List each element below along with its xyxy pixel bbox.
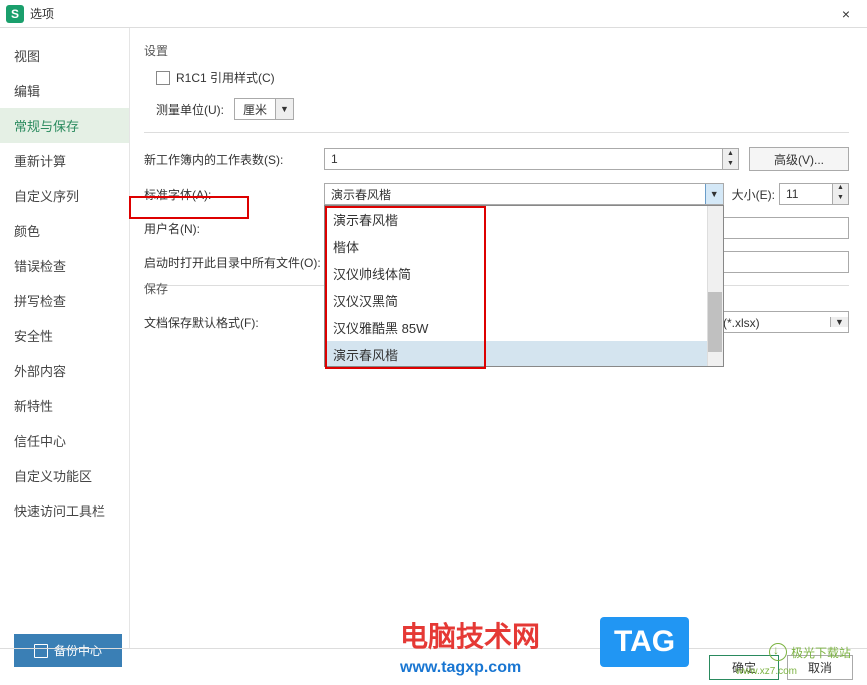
chevron-down-icon[interactable]: ▼ (705, 184, 723, 204)
measure-select[interactable]: 厘米 ▼ (234, 98, 294, 120)
sidebar-item-edit[interactable]: 编辑 (0, 73, 129, 108)
size-label: 大小(E): (732, 186, 775, 203)
font-value: 演示春风楷 (325, 184, 705, 204)
save-format-select[interactable]: 件(*.xlsx) ▼ (704, 311, 849, 333)
watermark-text: 电脑技术网 (400, 615, 540, 655)
username-label: 用户名(N): (144, 220, 324, 237)
sidebar-item-security[interactable]: 安全性 (0, 318, 129, 353)
font-dropdown-list[interactable]: 演示春风楷 楷体 汉仪帅线体简 汉仪汉黑简 汉仪雅酷黑 85W 演示春风楷 站酷… (325, 206, 723, 366)
download-icon (769, 643, 787, 661)
advanced-button[interactable]: 高级(V)... (749, 147, 849, 171)
close-icon[interactable]: × (831, 6, 861, 22)
sidebar-item-new-features[interactable]: 新特性 (0, 388, 129, 423)
font-option[interactable]: 汉仪汉黑简 (325, 287, 723, 314)
r1c1-label: R1C1 引用样式(C) (176, 69, 275, 86)
main: 视图 编辑 常规与保存 重新计算 自定义序列 颜色 错误检查 拼写检查 安全性 … (0, 28, 867, 648)
scrollbar[interactable] (707, 206, 723, 366)
watermark2: 极光下载站 (769, 643, 851, 661)
sidebar-item-view[interactable]: 视图 (0, 38, 129, 73)
divider (144, 132, 849, 133)
sidebar-item-general-save[interactable]: 常规与保存 (0, 108, 129, 143)
sidebar-item-customize-ribbon[interactable]: 自定义功能区 (0, 458, 129, 493)
sidebar-item-external[interactable]: 外部内容 (0, 353, 129, 388)
open-dir-label: 启动时打开此目录中所有文件(O): (144, 254, 324, 271)
sidebar-item-custom-list[interactable]: 自定义序列 (0, 178, 129, 213)
section-settings: 设置 (144, 42, 849, 59)
watermark2-url: www.xz7.com (736, 666, 797, 677)
font-option[interactable]: 楷体 (325, 233, 723, 260)
sheets-label: 新工作簿内的工作表数(S): (144, 151, 324, 168)
sidebar-item-quick-access[interactable]: 快速访问工具栏 (0, 493, 129, 528)
sidebar-item-error-check[interactable]: 错误检查 (0, 248, 129, 283)
titlebar: S 选项 × (0, 0, 867, 28)
sidebar-item-trust-center[interactable]: 信任中心 (0, 423, 129, 458)
size-value: 11 (780, 184, 832, 204)
sheets-value: 1 (325, 149, 722, 169)
font-option[interactable]: 汉仪雅酷黑 85W (325, 314, 723, 341)
watermark-url: www.tagxp.com (400, 659, 521, 677)
font-option[interactable]: 演示春风楷 (325, 206, 723, 233)
save-format-value: 件(*.xlsx) (705, 314, 830, 331)
measure-value: 厘米 (235, 101, 275, 118)
scrollbar-thumb[interactable] (708, 292, 722, 352)
tag-badge: TAG (600, 617, 689, 667)
dropdown-arrow-icon[interactable]: ▼ (275, 99, 293, 119)
app-icon: S (6, 5, 24, 23)
save-format-label: 文档保存默认格式(F): (144, 314, 324, 331)
dropdown-arrow-icon[interactable]: ▼ (830, 317, 848, 327)
sheets-spinner[interactable]: ▲▼ (722, 149, 738, 169)
font-dropdown[interactable]: 演示春风楷 ▼ 演示春风楷 楷体 汉仪帅线体简 汉仪汉黑简 汉仪雅酷黑 85W … (324, 183, 724, 205)
size-spinner[interactable]: ▲▼ (832, 184, 848, 204)
sidebar: 视图 编辑 常规与保存 重新计算 自定义序列 颜色 错误检查 拼写检查 安全性 … (0, 28, 130, 648)
sidebar-item-recalc[interactable]: 重新计算 (0, 143, 129, 178)
window-title: 选项 (30, 5, 831, 22)
font-dropdown-panel: 演示春风楷 楷体 汉仪帅线体简 汉仪汉黑简 汉仪雅酷黑 85W 演示春风楷 站酷… (324, 205, 724, 367)
font-option[interactable]: 汉仪帅线体简 (325, 260, 723, 287)
font-option-highlighted[interactable]: 演示春风楷 (325, 341, 723, 366)
sidebar-item-spell-check[interactable]: 拼写检查 (0, 283, 129, 318)
font-label: 标准字体(A): (144, 186, 324, 203)
sidebar-item-color[interactable]: 颜色 (0, 213, 129, 248)
sheets-input[interactable]: 1 ▲▼ (324, 148, 739, 170)
size-input[interactable]: 11 ▲▼ (779, 183, 849, 205)
content: 设置 R1C1 引用样式(C) 测量单位(U): 厘米 ▼ 新工作簿内的工作表数… (130, 28, 867, 648)
measure-label: 测量单位(U): (156, 101, 224, 118)
r1c1-checkbox[interactable] (156, 71, 170, 85)
